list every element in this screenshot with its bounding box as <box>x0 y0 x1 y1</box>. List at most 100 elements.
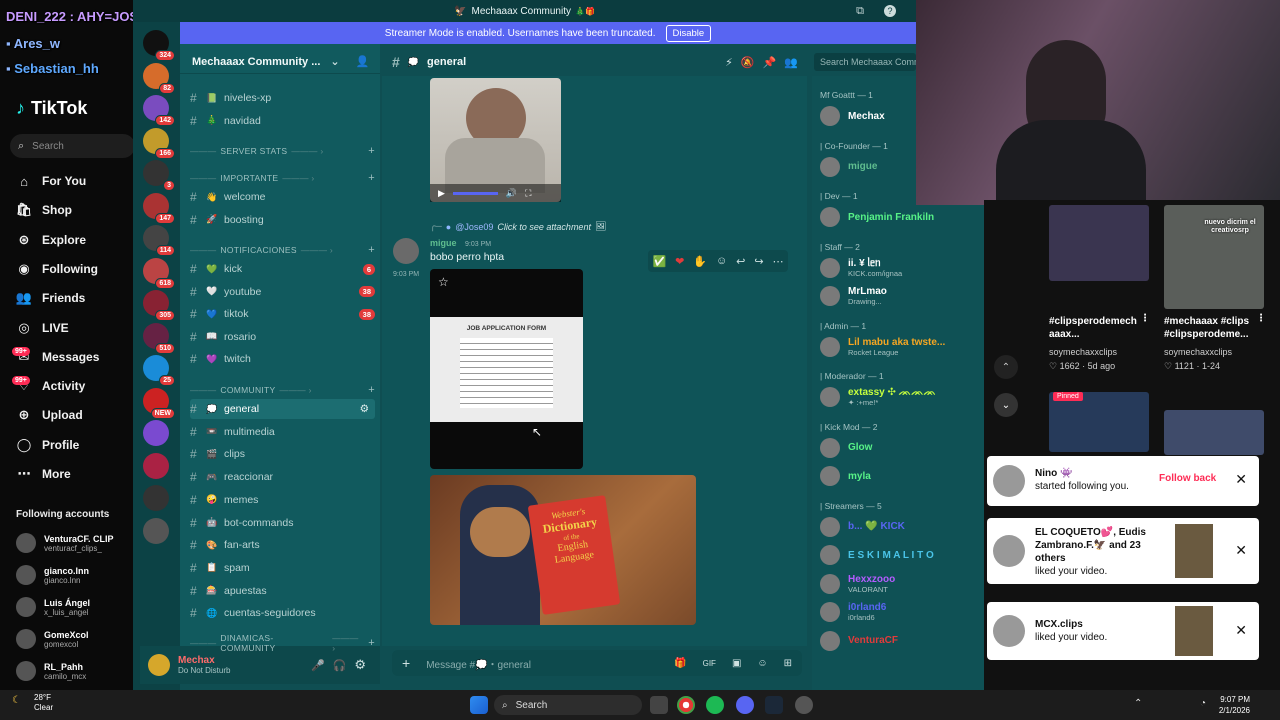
server-header[interactable]: Mechaaax Community ... ⌄ 👤 <box>180 50 380 74</box>
message-input[interactable]: + Message #💭・general 🎁 GIF ▣ ☺ ⊞ <box>392 650 802 676</box>
member-item[interactable]: ii. ¥ ᥣᥱᥒ KICK.com/ignaa <box>820 256 980 280</box>
create-channel-icon[interactable]: + <box>368 172 375 184</box>
help-icon[interactable]: ? <box>884 5 896 17</box>
scroll-up-icon[interactable]: ⌃ <box>994 355 1018 379</box>
video-2-more-icon[interactable]: ⋮ <box>1256 313 1266 324</box>
channel-settings-icon[interactable]: ⚙ <box>360 403 369 415</box>
channel-apuestas[interactable]: # 🎰 apuestas <box>190 581 375 601</box>
channel-reaccionar[interactable]: # 🎮 reaccionar <box>190 467 375 487</box>
chrome-icon[interactable] <box>677 696 695 714</box>
weather-widget[interactable]: ☾ 28°F Clear <box>12 693 53 713</box>
add-reaction-icon[interactable]: ☺ <box>716 255 727 267</box>
message-avatar[interactable] <box>393 238 419 264</box>
following-account[interactable]: gianco.lnn gianco.lnn <box>16 562 134 588</box>
gear-icon[interactable]: ⚙ <box>354 657 366 673</box>
steam-icon[interactable] <box>765 696 783 714</box>
channel-bot-commands[interactable]: # 🤖 bot-commands <box>190 513 375 533</box>
channel-navidad[interactable]: # 🎄 navidad <box>190 111 375 131</box>
channel-twitch[interactable]: # 💜 twitch <box>190 349 375 369</box>
inbox-icon[interactable]: ⧉ <box>856 5 864 18</box>
category-importante[interactable]: ——— IMPORTANTE ——— › + <box>190 170 375 186</box>
tiktok-nav-0[interactable]: ⌂ For You <box>16 170 134 192</box>
channel-spam[interactable]: # 📋 spam <box>190 558 375 578</box>
tiktok-nav-10[interactable]: ⋯ More <box>16 463 134 485</box>
mute-icon[interactable]: 🔕 <box>741 56 755 69</box>
create-channel-icon[interactable]: + <box>368 637 375 649</box>
category-dinamicas[interactable]: ——— DINAMICAS-COMMUNITY ——— › + <box>190 633 375 653</box>
video-1-user[interactable]: soymechaxxclips <box>1049 347 1117 357</box>
disable-streamer-mode-button[interactable]: Disable <box>665 24 712 42</box>
video-2-title[interactable]: #mechaaax #clips #clipsperodeme... <box>1164 315 1256 341</box>
tiktok-nav-9[interactable]: ◯ Profile <box>16 434 134 456</box>
channel-welcome[interactable]: # 👋 welcome <box>190 187 375 207</box>
channel-fan-arts[interactable]: # 🎨 fan-arts <box>190 535 375 555</box>
check-reaction-icon[interactable]: ✅ <box>652 255 666 268</box>
scroll-down-icon[interactable]: ⌄ <box>994 393 1018 417</box>
channel-niveles-xp[interactable]: # 📗 niveles-xp <box>190 88 375 108</box>
member-item[interactable]: E S K I M A L I T O <box>820 543 980 567</box>
close-icon[interactable]: ✕ <box>1235 622 1247 639</box>
star-icon[interactable]: ☆ <box>438 275 449 289</box>
app-icon[interactable] <box>795 696 813 714</box>
taskbar-clock[interactable]: 9:07 PM 2/1/2026 <box>1219 694 1250 716</box>
video-card-3[interactable]: Pinned <box>1049 392 1149 452</box>
forward-icon[interactable]: ↪ <box>754 255 763 268</box>
pin-icon[interactable]: 📌 <box>763 56 777 69</box>
hand-reaction-icon[interactable]: ✋ <box>693 255 707 268</box>
server-icon[interactable]: 305 <box>143 290 175 321</box>
close-icon[interactable]: ✕ <box>1235 471 1247 488</box>
create-channel-icon[interactable]: + <box>368 145 375 157</box>
channel-clips[interactable]: # 🎬 clips <box>190 444 375 464</box>
server-icon[interactable]: 618 <box>143 257 175 289</box>
microphone-icon[interactable]: 🎤 <box>311 659 325 672</box>
tiktok-nav-4[interactable]: 👥 Friends <box>16 287 134 309</box>
notification-likes-1[interactable]: EL COQUETO💕, Eudis Zambrano.F.🦅 and 23 o… <box>987 518 1259 584</box>
channel-boosting[interactable]: # 🚀 boosting <box>190 210 375 230</box>
member-item[interactable]: extassy ✣ ᨏᨏᨏ ✦ :+me!* <box>820 385 980 409</box>
follow-back-button[interactable]: Follow back <box>1159 473 1216 484</box>
server-icon[interactable]: 147 <box>143 192 175 224</box>
member-item[interactable]: Mechax <box>820 104 980 128</box>
chat-search-input[interactable]: Search Mechaaax Comm <box>814 53 916 71</box>
message-author[interactable]: migue 9:03 PM <box>430 238 491 248</box>
taskbar-search[interactable]: ⌕ Search <box>494 695 642 715</box>
video-card-4[interactable] <box>1164 410 1264 455</box>
create-channel-icon[interactable]: + <box>368 244 375 256</box>
headphones-icon[interactable]: 🎧 <box>333 659 347 672</box>
member-item[interactable]: VenturaCF <box>820 629 980 653</box>
server-icon[interactable] <box>143 420 169 446</box>
video-attachment[interactable]: ▶ 🔊 ⛶ <box>430 78 561 202</box>
task-view-icon[interactable] <box>650 696 668 714</box>
server-icon[interactable]: NEW <box>143 387 175 419</box>
following-account[interactable]: GomeXcol gomexcol <box>16 626 134 652</box>
server-icon[interactable] <box>143 517 169 544</box>
notification-likes-2[interactable]: MCX.clips liked your video. ✕ <box>987 602 1259 660</box>
following-account[interactable]: RL_Pahh camilo_mcx <box>16 658 134 684</box>
heart-reaction-icon[interactable]: ❤ <box>675 255 684 268</box>
channel-memes[interactable]: # 🤪 memes <box>190 490 375 510</box>
member-item[interactable]: Hexxzooo VALORANT <box>820 572 980 596</box>
member-item[interactable]: migue <box>820 155 980 179</box>
volume-icon[interactable]: 🔊 <box>506 188 517 199</box>
video-1-more-icon[interactable]: ⋮ <box>1140 313 1150 324</box>
channel-youtube[interactable]: # 🤍 youtube 38 <box>190 282 375 302</box>
tiktok-nav-3[interactable]: ◉ Following <box>16 258 134 280</box>
add-member-icon[interactable]: 👤 <box>356 55 370 68</box>
video-2-user[interactable]: soymechaxxclips <box>1164 347 1232 357</box>
category-notificaciones[interactable]: ——— NOTIFICACIONES ——— › + <box>190 242 375 258</box>
members-icon[interactable]: 👥 <box>784 56 798 69</box>
category-server_stats[interactable]: ——— SERVER STATS ——— › + <box>190 143 375 159</box>
video-card-1[interactable] <box>1049 205 1149 281</box>
play-icon[interactable]: ▶ <box>438 188 445 199</box>
following-account[interactable]: Luis Ángel x_luis_angel <box>16 594 134 620</box>
create-channel-icon[interactable]: + <box>368 384 375 396</box>
server-icon[interactable]: 25 <box>143 355 175 386</box>
member-item[interactable]: myla <box>820 464 980 488</box>
server-icon[interactable]: 166 <box>143 127 175 159</box>
video-progress[interactable] <box>452 191 498 195</box>
server-icon[interactable]: 142 <box>143 95 175 126</box>
channel-cuentas-seguidores[interactable]: # 🌐 cuentas-seguidores <box>190 603 375 623</box>
member-item[interactable]: Lil mabu aka twste... Rocket League <box>820 335 980 359</box>
emoji-icon[interactable]: ☺ <box>757 658 767 669</box>
gif-icon[interactable]: GIF <box>703 659 716 668</box>
